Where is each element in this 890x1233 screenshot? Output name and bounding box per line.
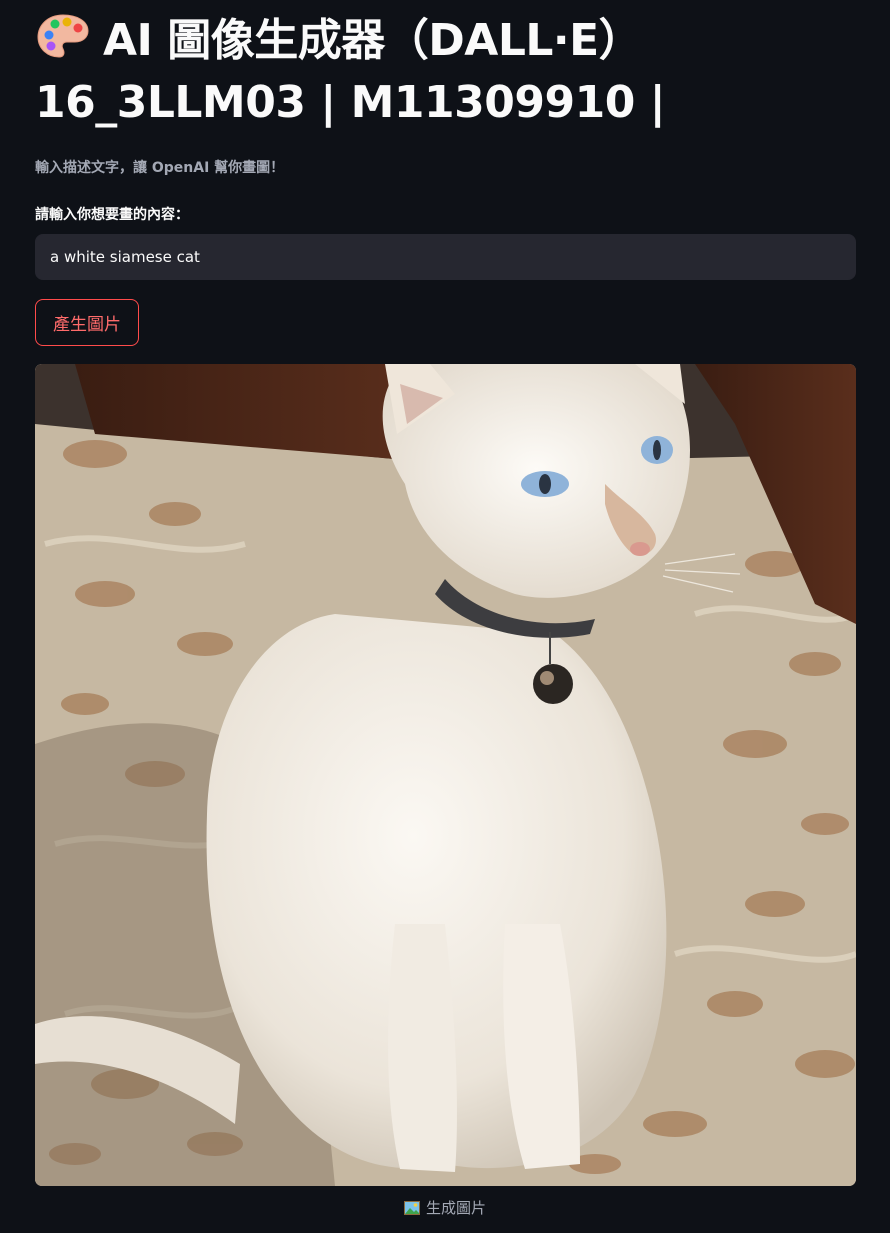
image-caption: 生成圖片 (0, 1197, 890, 1218)
title-text-1: AI 圖像生成器（DALL·E） (103, 15, 643, 66)
cat-illustration (35, 364, 856, 1186)
page-subtitle: 輸入描述文字，讓 OpenAI 幫你畫圖！ (35, 160, 285, 176)
page-title: AI 圖像生成器（DALL·E） 16_3LLM03 | M11309910 | (35, 10, 865, 134)
prompt-input[interactable] (35, 234, 856, 280)
generated-image (35, 364, 856, 1186)
framed-picture-icon (403, 1201, 420, 1215)
prompt-label: 請輸入你想要畫的內容： (35, 207, 189, 223)
app-page: AI 圖像生成器（DALL·E） 16_3LLM03 | M11309910 |… (0, 0, 890, 1233)
title-line-2: 16_3LLM03 | M11309910 | (35, 77, 666, 128)
generate-image-button[interactable]: 產生圖片 (35, 299, 139, 346)
palette-icon (37, 14, 89, 58)
caption-text: 生成圖片 (425, 1199, 486, 1217)
title-line-1: AI 圖像生成器（DALL·E） (35, 10, 865, 72)
